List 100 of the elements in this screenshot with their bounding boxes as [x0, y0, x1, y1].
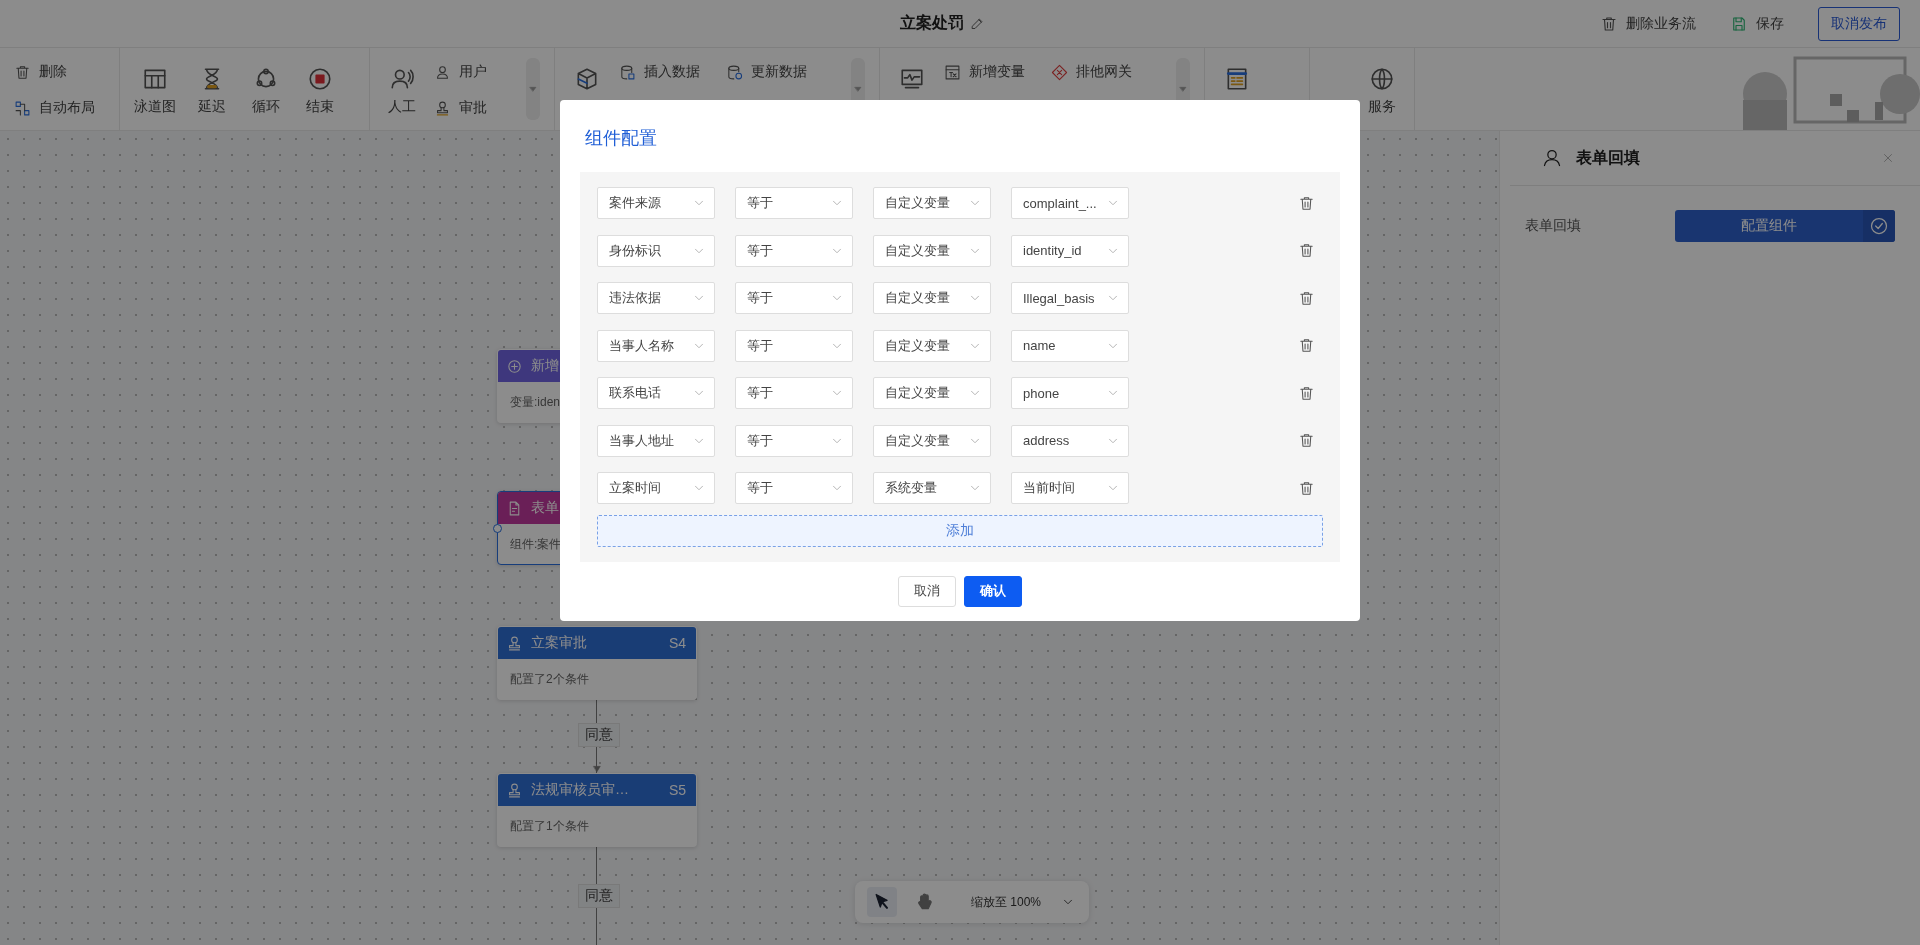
- toolbar-item[interactable]: 排他网关: [1051, 63, 1132, 81]
- trash-icon: [1600, 14, 1618, 33]
- select-field[interactable]: 案件来源: [597, 187, 715, 219]
- close-icon: [1882, 152, 1894, 164]
- select-field[interactable]: 违法依据: [597, 282, 715, 314]
- connection-handle[interactable]: [493, 524, 502, 533]
- toolbar-tile[interactable]: 延迟: [194, 66, 230, 116]
- form-icon: [1224, 66, 1250, 92]
- node-title: 表单: [531, 499, 559, 517]
- trash-icon: [1298, 194, 1315, 212]
- pointer-tool[interactable]: [867, 887, 897, 917]
- database-icon: [619, 63, 636, 81]
- toolbar-item[interactable]: 插入数据: [619, 63, 700, 81]
- delete-button[interactable]: [1298, 432, 1315, 449]
- select-field[interactable]: complaint_...: [1011, 187, 1129, 219]
- toolbar-item[interactable]: 审批: [434, 99, 487, 117]
- select-field[interactable]: 等于: [735, 187, 853, 219]
- select-field[interactable]: 等于: [735, 282, 853, 314]
- delete-button[interactable]: [1298, 337, 1315, 354]
- select-field[interactable]: 等于: [735, 472, 853, 504]
- stamp-icon: [506, 634, 523, 652]
- select-field[interactable]: Illegal_basis: [1011, 282, 1129, 314]
- toolbar-tile[interactable]: 循环: [248, 66, 284, 116]
- select-field[interactable]: 自定义变量: [873, 282, 991, 314]
- toolbar-item[interactable]: 更新数据: [726, 63, 807, 81]
- select-field[interactable]: 等于: [735, 377, 853, 409]
- step-code: S5: [668, 782, 686, 798]
- toolbar-tile[interactable]: 结束: [302, 66, 338, 116]
- select-field[interactable]: address: [1011, 424, 1129, 457]
- stop-icon: [307, 66, 333, 92]
- globe-icon: [1369, 66, 1395, 92]
- select-field[interactable]: identity_id: [1011, 234, 1129, 267]
- select-field[interactable]: 当事人地址: [597, 424, 715, 457]
- toolbar-tile[interactable]: 人工: [384, 66, 420, 116]
- delete-button[interactable]: [1298, 194, 1315, 212]
- diamond-cross-icon: [1051, 63, 1068, 81]
- zoom-dropdown[interactable]: 缩放至 100%: [951, 893, 1076, 911]
- stamp-icon: [434, 99, 451, 117]
- cancel-button[interactable]: 取消: [898, 575, 956, 607]
- trash-icon: [1298, 479, 1315, 497]
- delete-button[interactable]: 删除业务流: [1600, 14, 1696, 33]
- trash-icon: [1298, 289, 1315, 307]
- unpublish-button[interactable]: 取消发布: [1818, 6, 1900, 41]
- select-field[interactable]: 身份标识: [597, 234, 715, 267]
- panel-title: 表单回填: [1576, 147, 1641, 168]
- step-code: S4: [668, 635, 686, 651]
- select-field[interactable]: name: [1011, 329, 1129, 362]
- confirm-button[interactable]: 确认: [964, 575, 1022, 607]
- node-description: 变量:iden: [510, 393, 561, 411]
- save-button[interactable]: 保存: [1730, 14, 1784, 33]
- select-field[interactable]: phone: [1011, 377, 1129, 409]
- toolbar-item[interactable]: 新增变量: [944, 63, 1025, 81]
- field-label: 表单回填: [1525, 217, 1581, 235]
- node-title: 新增: [531, 357, 559, 375]
- flow-node[interactable]: 法规审核员审… S5 配置了1个条件: [497, 773, 697, 847]
- select-field[interactable]: 自定义变量: [873, 187, 991, 219]
- select-field[interactable]: 自定义变量: [873, 424, 991, 457]
- trash-icon: [14, 63, 31, 81]
- select-field[interactable]: 当事人名称: [597, 329, 715, 362]
- node-title: 法规审核员审…: [531, 781, 629, 799]
- node-description: 组件:案件: [510, 535, 562, 553]
- flow-node[interactable]: 立案审批 S4 配置了2个条件: [497, 626, 697, 700]
- toolbar-item[interactable]: 自动布局: [14, 99, 95, 117]
- node-title: 立案审批: [531, 634, 587, 652]
- node-description: 配置了2个条件: [510, 670, 589, 688]
- configure-button[interactable]: 配置组件: [1675, 210, 1895, 242]
- caret-icon: [1178, 84, 1188, 94]
- user-icon: [434, 63, 451, 81]
- select-field[interactable]: 系统变量: [873, 472, 991, 504]
- delete-button[interactable]: [1298, 242, 1315, 259]
- trash-icon: [1298, 432, 1315, 449]
- select-field[interactable]: 联系电话: [597, 377, 715, 409]
- caret-icon: [853, 84, 863, 94]
- select-field[interactable]: 等于: [735, 329, 853, 362]
- toolbar-item[interactable]: 用户: [434, 63, 487, 81]
- edge-label: 同意: [578, 723, 620, 747]
- add-button[interactable]: 添加: [597, 514, 1323, 547]
- select-field[interactable]: 自定义变量: [873, 329, 991, 362]
- toolbar-tile[interactable]: 泳道图: [134, 66, 176, 116]
- select-field[interactable]: 自定义变量: [873, 377, 991, 409]
- delete-button[interactable]: [1298, 384, 1315, 402]
- trash-icon: [1298, 384, 1315, 402]
- trash-icon: [1298, 337, 1315, 354]
- edit-icon[interactable]: [970, 16, 985, 31]
- edge-label: 同意: [578, 884, 620, 908]
- select-field[interactable]: 等于: [735, 234, 853, 267]
- toolbar-item[interactable]: 删除: [14, 63, 95, 81]
- layout-icon: [14, 99, 31, 117]
- select-field[interactable]: 自定义变量: [873, 234, 991, 267]
- select-field[interactable]: 等于: [735, 424, 853, 457]
- select-field[interactable]: 立案时间: [597, 472, 715, 504]
- database-icon: [726, 63, 743, 81]
- user-icon: [1542, 148, 1562, 168]
- dialog-title: 组件配置: [585, 127, 658, 150]
- formula-icon: [944, 63, 961, 81]
- node-description: 配置了1个条件: [510, 817, 589, 835]
- toolbar-tile[interactable]: 服务: [1324, 66, 1396, 116]
- delete-button[interactable]: [1298, 289, 1315, 307]
- delete-button[interactable]: [1298, 479, 1315, 497]
- select-field[interactable]: 当前时间: [1011, 472, 1129, 504]
